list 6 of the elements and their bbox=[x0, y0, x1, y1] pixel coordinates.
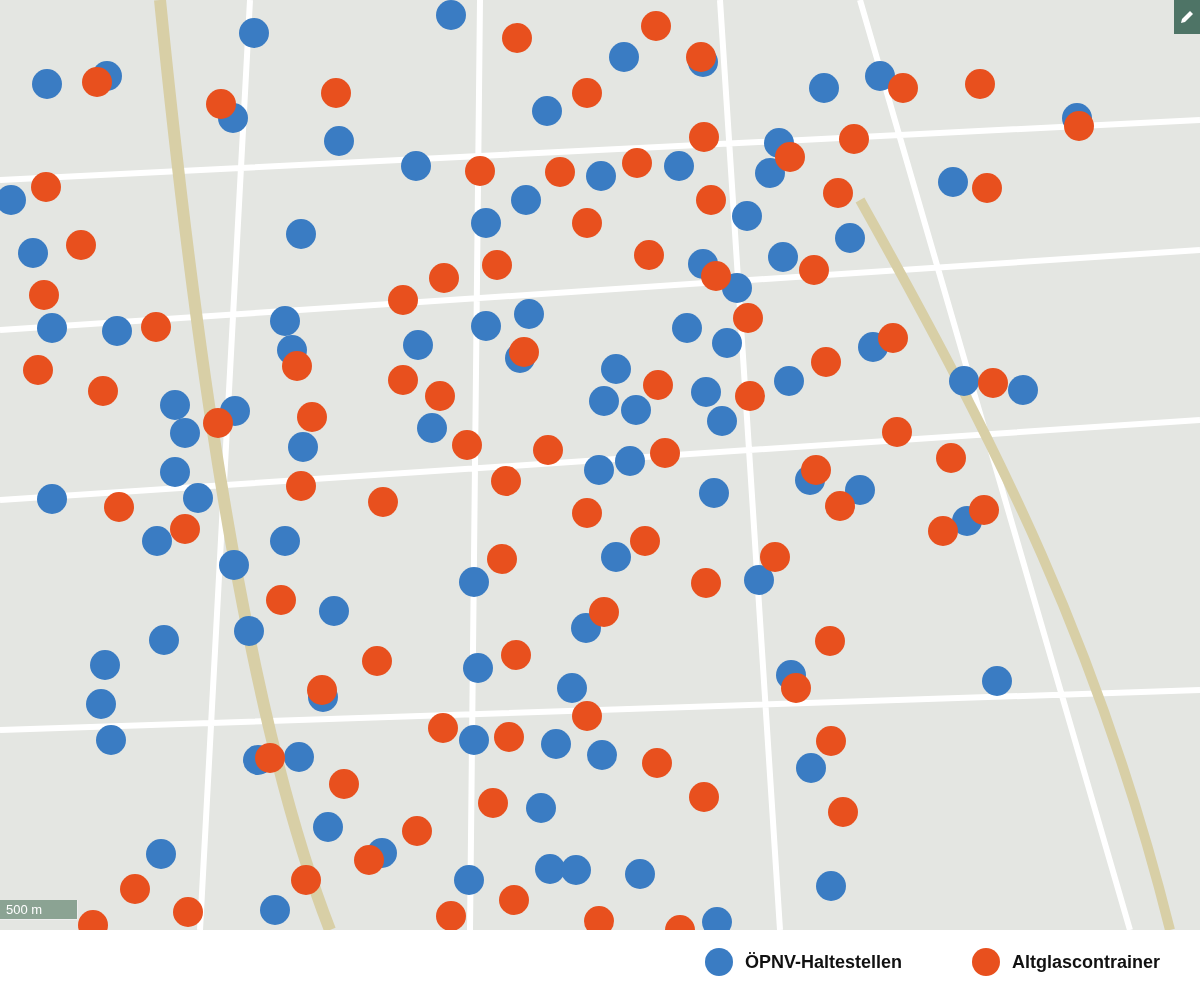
scale-bar: 500 m bbox=[0, 900, 78, 920]
map-placeholder[interactable]: 500 m bbox=[0, 0, 1200, 930]
pencil-icon bbox=[1179, 9, 1195, 25]
edit-button[interactable] bbox=[1174, 0, 1200, 34]
legend-label: ÖPNV-Haltestellen bbox=[744, 951, 902, 973]
legend-label: Altglascontrainer bbox=[1011, 951, 1160, 973]
